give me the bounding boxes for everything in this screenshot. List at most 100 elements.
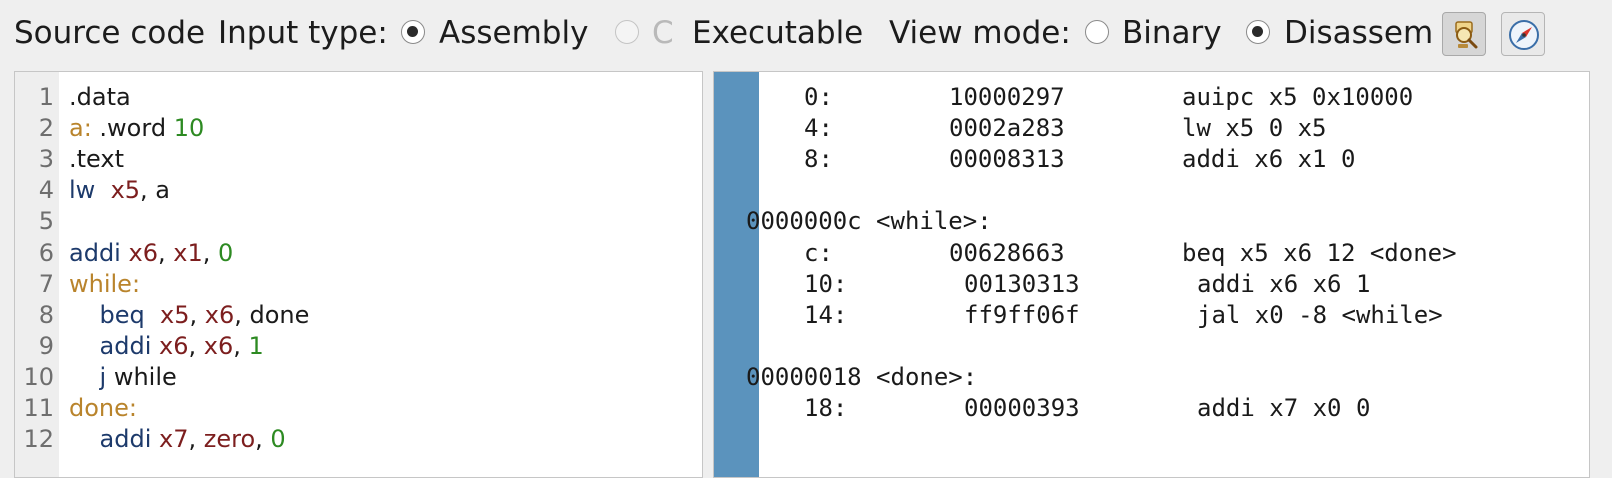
line-number: 8 <box>38 300 54 329</box>
code-number: 10 <box>173 114 205 143</box>
code-text: .data <box>69 83 131 111</box>
debug-button[interactable] <box>1442 12 1486 56</box>
disassembly-sidebar <box>714 72 759 477</box>
disasm-hex: 00008313 <box>949 145 1065 174</box>
code-line[interactable]: addi x6, x6, 1 <box>69 330 264 362</box>
radio-assembly-label[interactable]: Assembly <box>439 14 588 52</box>
line-number: 3 <box>38 145 54 174</box>
code-number: 1 <box>248 331 264 360</box>
disasm-address: 14: <box>804 300 848 329</box>
line-number: 1 <box>38 83 54 111</box>
code-register: x6 <box>203 331 234 360</box>
line-number: 2 <box>38 114 54 143</box>
code-keyword: addi <box>69 238 121 267</box>
radio-disassembly[interactable] <box>1246 20 1270 44</box>
code-register: x6 <box>128 238 158 267</box>
code-line[interactable]: j while <box>69 361 177 393</box>
code-register: x7 <box>159 425 189 454</box>
radio-c-label: C <box>652 15 674 51</box>
code-text: , <box>189 300 205 329</box>
code-label: a: <box>69 114 92 143</box>
radio-binary[interactable] <box>1085 20 1109 44</box>
code-keyword: lw <box>69 176 96 205</box>
view-mode-label: View mode: <box>889 15 1071 51</box>
source-editor[interactable]: 1 2 3 4 5 6 7 8 9 10 11 12 .data a: .word 10 .text lw … <box>14 71 703 478</box>
code-number: 0 <box>217 238 234 267</box>
line-number: 9 <box>38 331 54 360</box>
code-line[interactable]: a: .word 10 <box>69 112 204 144</box>
code-keyword: addi <box>99 331 152 360</box>
code-text: , <box>188 425 204 454</box>
disassembly-panel[interactable]: 0: 10000297 auipc x5 0x10000 4: 0002a283 lw x… <box>713 71 1590 478</box>
disasm-hex: ff9ff06f <box>964 300 1080 329</box>
code-line[interactable]: addi x6, x1, 0 <box>69 237 233 269</box>
code-text: .text <box>69 145 124 174</box>
radio-disassembly-label[interactable]: Disassembly <box>1284 14 1432 52</box>
disasm-address: 10: <box>804 269 848 298</box>
disasm-hex: 10000297 <box>949 83 1065 111</box>
radio-binary-label[interactable]: Binary <box>1122 14 1222 52</box>
disasm-instruction: auipc x5 0x10000 <box>1182 83 1414 111</box>
toolbar: Source code Input type: Assembly C Execu… <box>0 0 1612 68</box>
line-number: 6 <box>38 238 54 267</box>
code-text: , <box>157 238 174 267</box>
disasm-instruction: jal x0 -8 <while> <box>1197 300 1443 329</box>
line-number: 4 <box>38 176 54 205</box>
code-keyword: addi <box>99 425 152 454</box>
disasm-address: c: <box>804 238 833 267</box>
disasm-label: 0000000c <while>: <box>746 207 992 236</box>
disasm-instruction: addi x6 x1 0 <box>1182 145 1356 174</box>
line-number: 10 <box>23 362 54 391</box>
code-line[interactable]: while: <box>69 268 140 300</box>
code-number: 0 <box>270 425 286 454</box>
disasm-hex: 00628663 <box>949 238 1065 267</box>
code-keyword: beq <box>99 300 145 329</box>
disasm-address: 4: <box>804 114 833 143</box>
disasm-instruction: addi x6 x6 1 <box>1197 269 1371 298</box>
disasm-hex: 00130313 <box>964 269 1080 298</box>
code-register: x6 <box>204 300 235 329</box>
disasm-hex: 0002a283 <box>949 114 1065 143</box>
code-register: x5 <box>160 300 190 329</box>
code-text: while <box>106 362 177 391</box>
navigate-button[interactable] <box>1501 12 1545 56</box>
code-line[interactable]: addi x7, zero, 0 <box>69 423 286 455</box>
code-label: done: <box>69 394 137 422</box>
radio-executable-label[interactable]: Executable <box>692 14 877 52</box>
code-text: , <box>202 238 218 267</box>
code-register: x5 <box>110 176 141 205</box>
code-register: x6 <box>159 331 189 360</box>
code-line[interactable]: beq x5, x6, done <box>69 299 310 331</box>
code-line[interactable]: done: <box>69 392 137 424</box>
disasm-address: 0: <box>804 83 833 111</box>
code-line[interactable]: .text <box>69 143 124 175</box>
code-line[interactable]: .data <box>69 81 131 113</box>
radio-c <box>615 20 639 44</box>
disasm-address: 18: <box>804 394 848 422</box>
disasm-instruction: addi x7 x0 0 <box>1197 394 1371 422</box>
radio-assembly[interactable] <box>401 20 425 44</box>
code-label: while: <box>69 269 141 298</box>
code-text: , done <box>234 300 310 329</box>
disasm-label: 00000018 <done>: <box>746 362 978 391</box>
code-line[interactable]: lw x5, a <box>69 174 170 206</box>
line-number-gutter: 1 2 3 4 5 6 7 8 9 10 11 12 <box>15 72 59 477</box>
compass-icon <box>1509 20 1539 50</box>
code-register: zero <box>203 425 256 454</box>
disasm-instruction: lw x5 0 x5 <box>1182 114 1327 143</box>
disasm-instruction: beq x5 x6 12 <done> <box>1182 238 1457 267</box>
code-text: , <box>233 331 249 360</box>
disasm-address: 8: <box>804 145 833 174</box>
code-text: , a <box>140 176 171 205</box>
input-type-label: Input type: <box>218 15 388 51</box>
line-number: 12 <box>23 425 54 454</box>
line-number: 7 <box>38 269 54 298</box>
source-code-label: Source code <box>14 15 206 51</box>
code-text: , <box>255 425 271 454</box>
